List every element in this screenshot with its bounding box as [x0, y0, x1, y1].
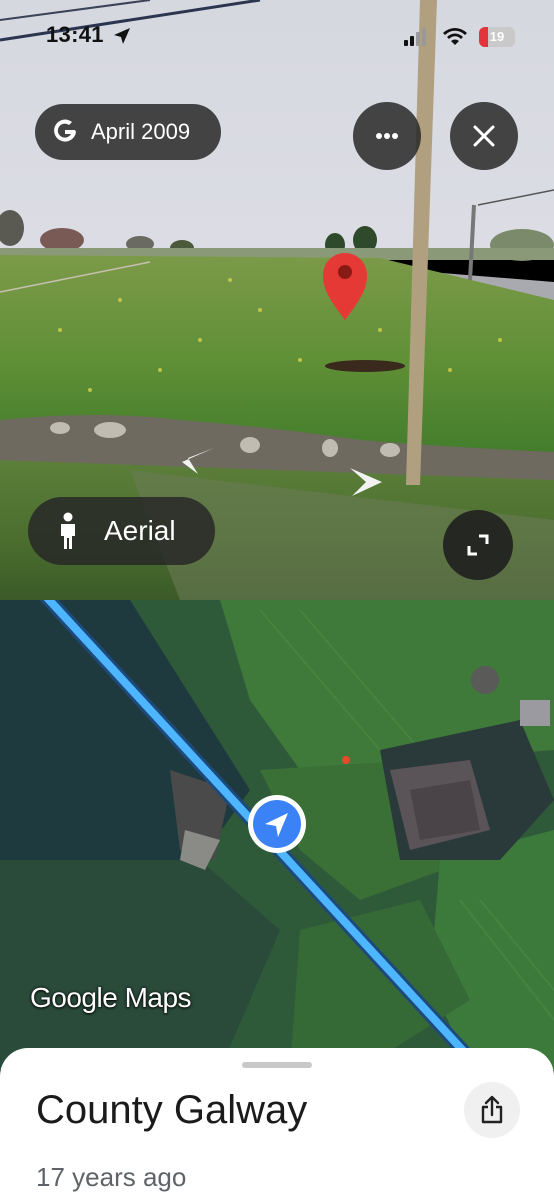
- google-g-icon: [54, 119, 76, 142]
- share-button[interactable]: [464, 1082, 520, 1138]
- expand-button[interactable]: [443, 510, 513, 580]
- cellular-signal-icon: [404, 28, 426, 46]
- location-services-icon: [114, 28, 130, 44]
- imagery-age: 17 years ago: [36, 1162, 187, 1192]
- share-icon: [481, 1095, 503, 1124]
- street-view-panel[interactable]: 13:41 19 April 2009 Aerial: [0, 0, 554, 600]
- place-sheet[interactable]: County Galway 17 years ago: [0, 1048, 554, 1200]
- imagery-date-button[interactable]: April 2009: [35, 104, 221, 160]
- more-options-button[interactable]: [353, 102, 421, 170]
- location-arrow-icon[interactable]: [248, 795, 306, 853]
- watermark-brand: Google: [30, 982, 118, 1013]
- person-icon: [61, 512, 75, 549]
- expand-icon: [467, 534, 489, 556]
- status-bar: 13:41 19: [0, 0, 554, 70]
- aerial-label: Aerial: [104, 515, 176, 546]
- close-button[interactable]: [450, 102, 518, 170]
- close-icon: [473, 125, 495, 147]
- imagery-date-label: April 2009: [91, 119, 191, 144]
- wifi-icon: [443, 28, 467, 45]
- status-time: 13:41: [46, 22, 104, 47]
- more-icon: [376, 133, 398, 139]
- google-maps-watermark: Google Maps: [30, 982, 192, 1014]
- sheet-drag-handle[interactable]: [242, 1062, 312, 1068]
- watermark-product: Maps: [124, 982, 192, 1013]
- place-name: County Galway: [36, 1088, 308, 1132]
- battery-level: 19: [489, 29, 505, 44]
- aerial-view-button[interactable]: Aerial: [28, 497, 215, 565]
- battery-indicator: 19: [479, 27, 515, 47]
